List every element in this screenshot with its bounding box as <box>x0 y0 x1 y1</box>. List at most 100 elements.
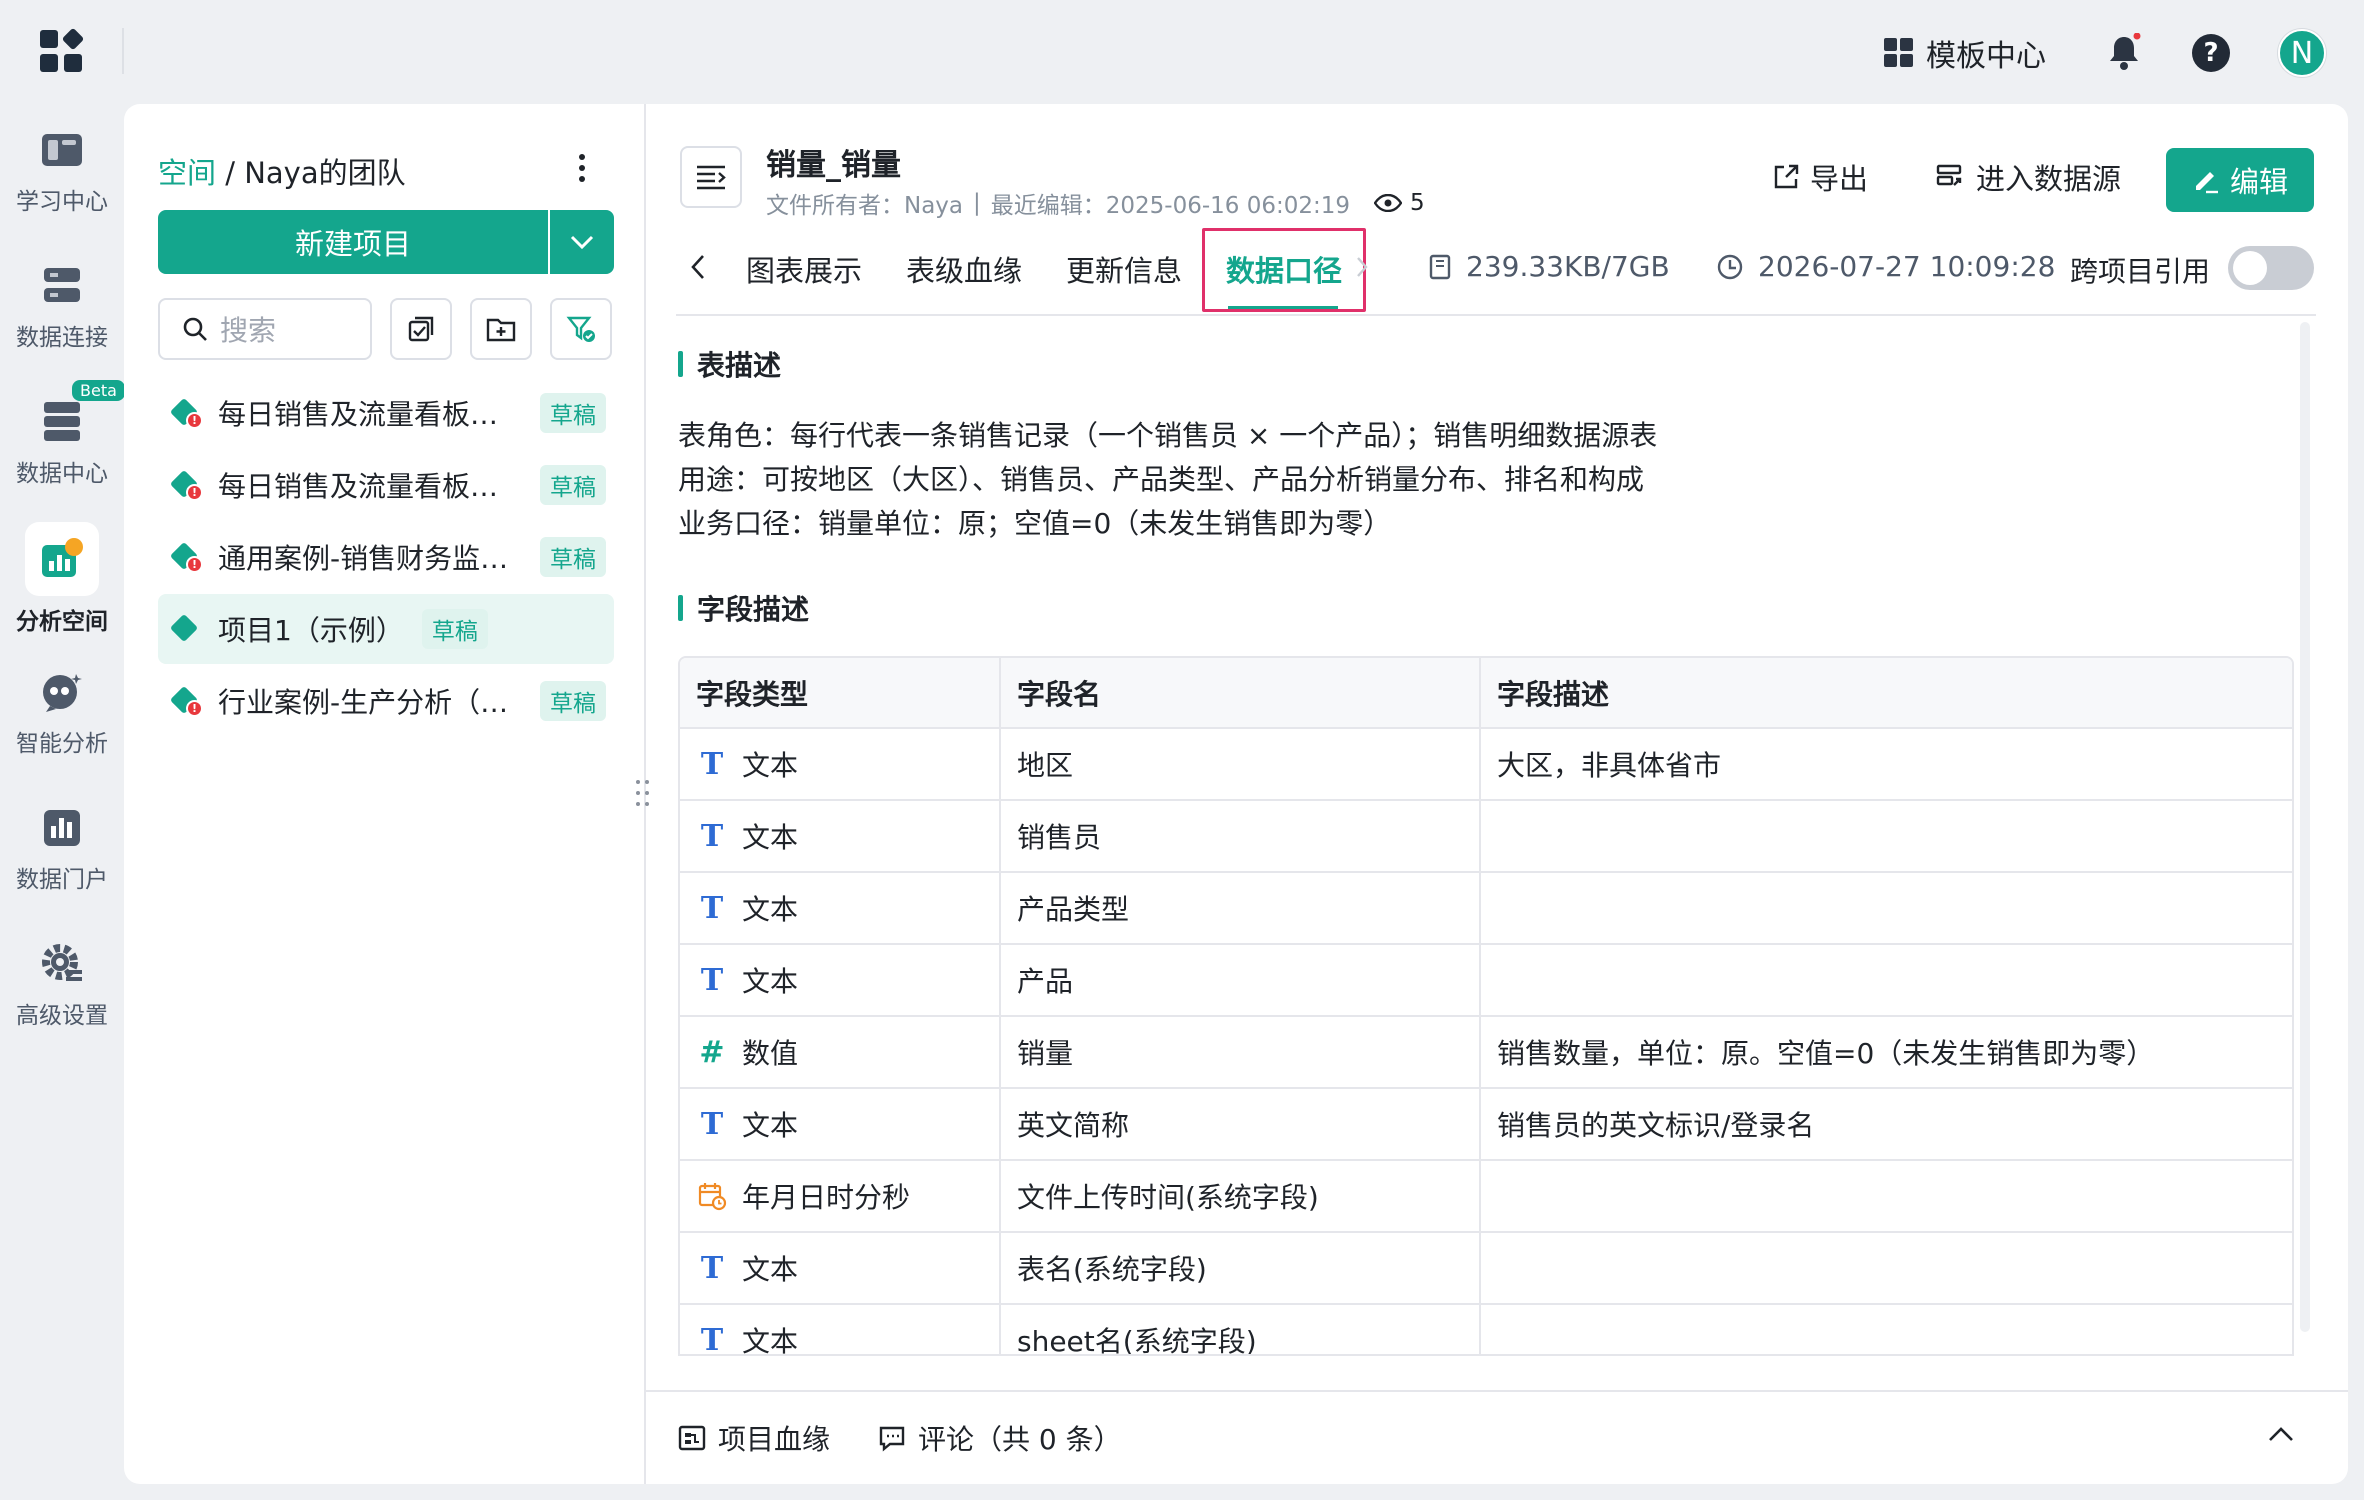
tab-table-lineage[interactable]: 表级血缘 <box>906 248 1022 290</box>
project-name: 每日销售及流量看板（… <box>218 398 518 431</box>
field-type: 文本 <box>742 965 799 998</box>
text-type-icon: T <box>700 1322 724 1356</box>
table-row: T 文本 产品类型 <box>680 872 2292 945</box>
draft-badge: 草稿 <box>421 609 488 649</box>
field-name: 英文简称 <box>1000 1088 1481 1161</box>
rail-item-data-connect[interactable]: 数据连接 <box>0 264 124 352</box>
text-type-icon: T <box>700 962 724 998</box>
data-center-icon <box>40 400 84 444</box>
project-name: 行业案例-生产分析（… <box>218 686 509 719</box>
field-description[interactable] <box>1480 1232 2292 1305</box>
new-project-button[interactable]: 新建项目 <box>158 210 548 274</box>
edit-label: 编辑 <box>2229 165 2288 199</box>
field-name: 地区 <box>1000 728 1481 801</box>
app-grid-icon[interactable] <box>40 27 85 74</box>
batch-select-button[interactable] <box>390 298 452 360</box>
field-type: 文本 <box>742 749 799 782</box>
tabs-scroll-right[interactable] <box>1356 256 1368 282</box>
table-row: T 文本 表名(系统字段) <box>680 1232 2292 1305</box>
project-item-selected[interactable]: 项目1（示例） 草稿 <box>158 594 614 664</box>
rail-item-data-center[interactable]: 数据中心 <box>0 400 124 488</box>
rail-item-advanced-settings[interactable]: 高级设置 <box>0 942 124 1030</box>
tab-chart-display[interactable]: 图表展示 <box>746 248 862 290</box>
rail-item-data-portal[interactable]: 数据门户 <box>0 806 124 894</box>
field-description[interactable]: 销售数量，单位：原。空值=0（未发生销售即为零） <box>1480 1016 2292 1089</box>
help-button[interactable]: ? <box>2192 28 2230 78</box>
section-title-text: 字段描述 <box>697 593 810 626</box>
more-menu-icon[interactable] <box>578 154 586 184</box>
field-type: 文本 <box>742 1109 799 1142</box>
table-row: T 文本 英文简称 销售员的英文标识/登录名 <box>680 1088 2292 1161</box>
help-icon: ? <box>2192 34 2230 72</box>
field-description[interactable] <box>1480 1160 2292 1233</box>
content-scrollbar[interactable] <box>2300 322 2310 1332</box>
field-description[interactable] <box>1480 872 2292 945</box>
field-name: 产品类型 <box>1000 872 1481 945</box>
avatar-letter: N <box>2278 29 2326 77</box>
eye-icon <box>1374 194 1403 212</box>
table-row: 年月日时分秒 文件上传时间(系统字段) <box>680 1160 2292 1233</box>
cross-project-ref-toggle[interactable] <box>2228 246 2314 290</box>
tabs-scroll-left[interactable] <box>690 254 706 284</box>
project-name: 每日销售及流量看板（… <box>218 470 518 503</box>
template-center-button[interactable]: 模板中心 <box>1884 28 2046 78</box>
text-type-icon: T <box>700 746 724 782</box>
toggle-sidebar-button[interactable] <box>680 146 742 208</box>
table-row: T 文本 销售员 <box>680 800 2292 873</box>
project-item[interactable]: ! 每日销售及流量看板（… 草稿 <box>158 378 614 448</box>
rail-item-ai-analysis[interactable]: 智能分析 <box>0 670 124 758</box>
table-header-row: 字段类型 字段名 字段描述 <box>680 658 2292 729</box>
storage-icon <box>1429 254 1451 279</box>
breadcrumb-space-link[interactable]: 空间 <box>158 156 216 190</box>
search-input[interactable]: 搜索 <box>158 298 372 360</box>
notification-button[interactable] <box>2106 28 2146 78</box>
chevron-left-icon <box>691 255 704 279</box>
rail-item-learning[interactable]: 学习中心 <box>0 128 124 216</box>
multi-select-icon <box>408 316 434 342</box>
column-header: 字段描述 <box>1480 658 2292 729</box>
document-meta: 文件所有者：Naya | 最近编辑：2025-06-16 06:02:19 5 <box>766 186 1425 220</box>
project-item[interactable]: ! 行业案例-生产分析（… 草稿 <box>158 666 614 736</box>
field-name: 文件上传时间(系统字段) <box>1000 1160 1481 1233</box>
enter-datasource-button[interactable]: 进入数据源 <box>1936 156 2121 198</box>
user-avatar[interactable]: N <box>2278 28 2326 78</box>
filter-button[interactable] <box>550 298 612 360</box>
rail-label: 智能分析 <box>16 731 108 757</box>
cross-project-ref-label: 跨项目引用 <box>2070 255 2211 288</box>
tab-update-info[interactable]: 更新信息 <box>1066 248 1182 290</box>
desc-line-role: 表角色：每行代表一条销售记录（一个销售员 × 一个产品）；销售明细数据源表 <box>678 419 1658 452</box>
field-description[interactable] <box>1480 800 2292 873</box>
view-count: 5 <box>1374 190 1425 216</box>
edit-button[interactable]: 编辑 <box>2166 148 2314 212</box>
chevron-up-icon <box>2269 1427 2293 1441</box>
field-description[interactable]: 销售员的英文标识/登录名 <box>1480 1088 2292 1161</box>
field-type: 数值 <box>742 1037 799 1070</box>
gear-icon <box>40 942 84 986</box>
filter-icon <box>566 316 595 342</box>
field-type: 文本 <box>742 1325 799 1356</box>
field-name: 销售员 <box>1000 800 1481 873</box>
export-button[interactable]: 导出 <box>1772 156 1868 198</box>
text-type-icon: T <box>700 890 724 926</box>
field-table: 字段类型 字段名 字段描述 T 文本 地区 大区，非具体省市 T 文本 销售员 T文… <box>678 656 2294 1356</box>
field-description[interactable] <box>1480 944 2292 1017</box>
table-row: # 数值 销量 销售数量，单位：原。空值=0（未发生销售即为零） <box>680 1016 2292 1089</box>
project-lineage-label: 项目血缘 <box>718 1423 831 1456</box>
rail-item-analysis-space[interactable]: 分析空间 <box>0 522 124 636</box>
rail-label: 数据连接 <box>16 325 108 351</box>
project-item[interactable]: ! 每日销售及流量看板（… 草稿 <box>158 450 614 520</box>
storage-size: 239.33KB/7GB <box>1428 250 1670 283</box>
comments-button[interactable]: 评论（共 0 条） <box>878 1418 1122 1458</box>
template-grid-icon <box>1884 38 1914 68</box>
collapse-footer-button[interactable] <box>2268 1426 2294 1446</box>
resize-handle[interactable] <box>636 780 652 808</box>
project-item[interactable]: ! 通用案例-销售财务监… 草稿 <box>158 522 614 592</box>
project-lineage-button[interactable]: 项目血缘 <box>678 1418 830 1458</box>
field-description[interactable]: 大区，非具体省市 <box>1480 728 2292 801</box>
new-folder-button[interactable] <box>470 298 532 360</box>
rail-label: 高级设置 <box>16 1003 108 1029</box>
table-row: T 文本 sheet名(系统字段) <box>680 1304 2292 1356</box>
field-description[interactable] <box>1480 1304 2292 1354</box>
template-center-label: 模板中心 <box>1926 39 2046 74</box>
new-project-dropdown[interactable] <box>550 210 614 274</box>
